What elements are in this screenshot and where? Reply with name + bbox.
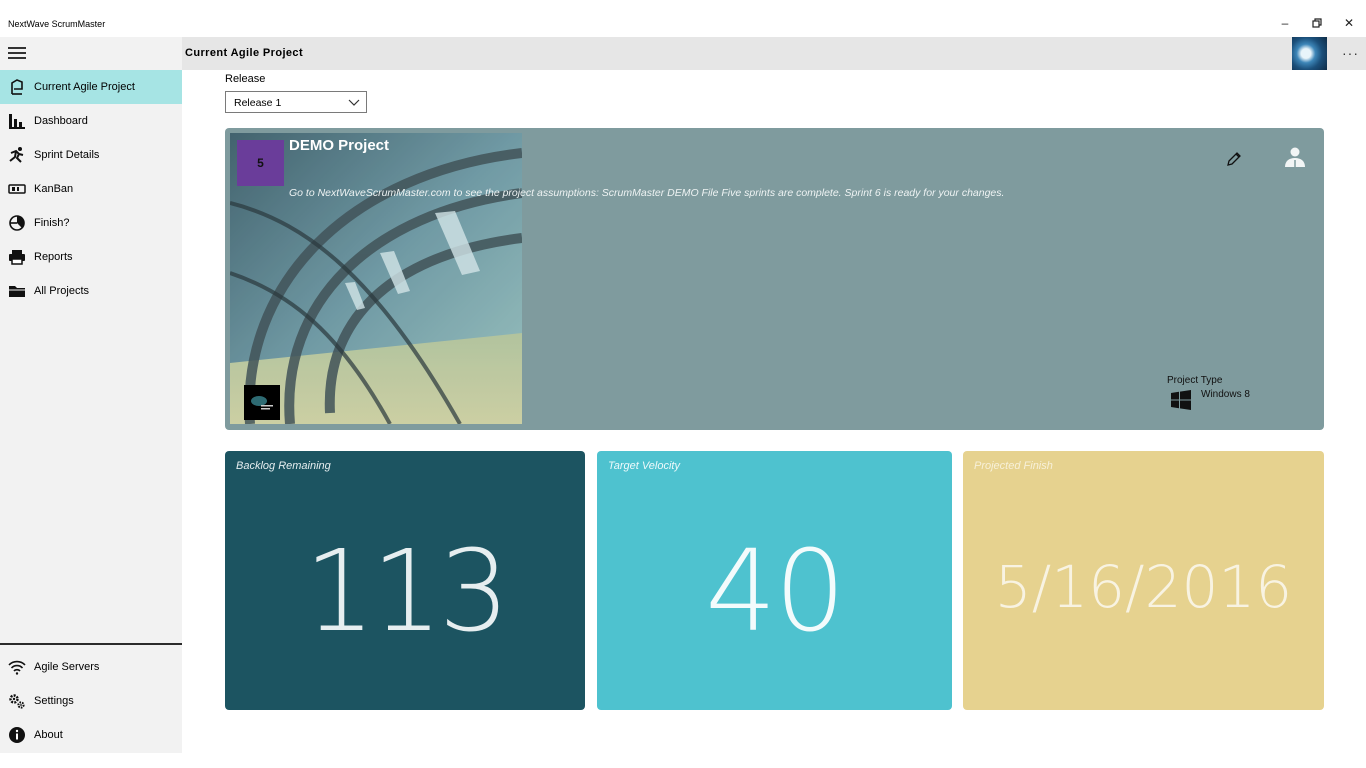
team-members-button[interactable]: [1283, 146, 1307, 168]
project-logo: [244, 385, 280, 420]
sidebar-item-label: Current Agile Project: [34, 81, 135, 93]
sidebar-item-label: Dashboard: [34, 115, 88, 127]
folder-icon: [0, 274, 34, 308]
backlog-remaining-tile[interactable]: Backlog Remaining 113: [225, 451, 585, 710]
page-header: Current Agile Project ···: [182, 37, 1366, 70]
target-velocity-value: 40: [705, 527, 846, 657]
project-name: DEMO Project: [289, 137, 390, 154]
pie-chart-icon: [0, 206, 34, 240]
gears-icon: [0, 684, 34, 718]
flag-icon: [0, 70, 34, 104]
projected-finish-tile[interactable]: Projected Finish 5/16/2016: [963, 451, 1324, 710]
sidebar-item-label: All Projects: [34, 285, 90, 297]
project-card[interactable]: 5 DEMO Project Go to NextWaveScrumMaster…: [225, 128, 1324, 430]
tile-label: Backlog Remaining: [236, 460, 331, 472]
pencil-icon: [1227, 152, 1241, 166]
hamburger-menu-icon[interactable]: [8, 47, 26, 61]
sidebar-divider: [0, 643, 182, 645]
project-type-label: Project Type: [1167, 375, 1223, 386]
sidebar-item-agile-servers[interactable]: Agile Servers: [0, 650, 182, 684]
project-description: Go to NextWaveScrumMaster.com to see the…: [289, 187, 1005, 199]
sidebar-item-label: Settings: [34, 695, 74, 707]
sidebar-item-current-agile-project[interactable]: Current Agile Project: [0, 70, 182, 104]
tile-label: Projected Finish: [974, 460, 1053, 472]
minimize-button[interactable]: –: [1278, 16, 1292, 30]
project-image: 5: [230, 133, 522, 424]
window-title-bar: NextWave ScrumMaster – ✕: [0, 0, 1366, 37]
edit-project-button[interactable]: [1225, 150, 1243, 168]
people-icon: [1285, 147, 1305, 167]
sidebar-item-label: Agile Servers: [34, 661, 100, 673]
more-options-button[interactable]: ···: [1342, 45, 1359, 61]
printer-icon: [0, 240, 34, 274]
sidebar: Current Agile Project Dashboard Sprint D…: [0, 37, 182, 753]
page-title: Current Agile Project: [185, 47, 304, 59]
sidebar-item-label: Finish?: [34, 217, 70, 229]
release-selected-value: Release 1: [234, 97, 282, 109]
sidebar-item-sprint-details[interactable]: Sprint Details: [0, 138, 182, 172]
release-dropdown[interactable]: Release 1: [225, 91, 367, 113]
runner-icon: [0, 138, 34, 172]
chevron-down-icon: [348, 95, 360, 114]
sidebar-item-finish[interactable]: Finish?: [0, 206, 182, 240]
bar-chart-icon: [0, 104, 34, 138]
restore-icon: [1312, 18, 1322, 28]
sidebar-item-dashboard[interactable]: Dashboard: [0, 104, 182, 138]
sidebar-item-reports[interactable]: Reports: [0, 240, 182, 274]
avatar[interactable]: [1292, 37, 1327, 70]
windows-logo-icon: [1171, 390, 1191, 410]
target-velocity-tile[interactable]: Target Velocity 40: [597, 451, 952, 710]
sidebar-item-label: Reports: [34, 251, 73, 263]
info-icon: [0, 718, 34, 752]
kanban-icon: [0, 172, 34, 206]
sidebar-item-kanban[interactable]: KanBan: [0, 172, 182, 206]
sprint-number-badge: 5: [237, 140, 284, 186]
wifi-icon: [0, 650, 34, 684]
sidebar-item-label: About: [34, 729, 63, 741]
release-label: Release: [225, 73, 266, 85]
restore-button[interactable]: [1310, 16, 1324, 30]
project-type-value: Windows 8: [1201, 389, 1250, 400]
tile-label: Target Velocity: [608, 460, 680, 472]
close-button[interactable]: ✕: [1342, 16, 1356, 30]
backlog-remaining-value: 113: [304, 527, 510, 657]
sidebar-item-settings[interactable]: Settings: [0, 684, 182, 718]
sidebar-item-all-projects[interactable]: All Projects: [0, 274, 182, 308]
app-title: NextWave ScrumMaster: [8, 19, 106, 29]
sidebar-item-label: KanBan: [34, 183, 74, 195]
sidebar-item-about[interactable]: About: [0, 718, 182, 752]
projected-finish-value: 5/16/2016: [994, 553, 1293, 621]
sidebar-item-label: Sprint Details: [34, 149, 100, 161]
